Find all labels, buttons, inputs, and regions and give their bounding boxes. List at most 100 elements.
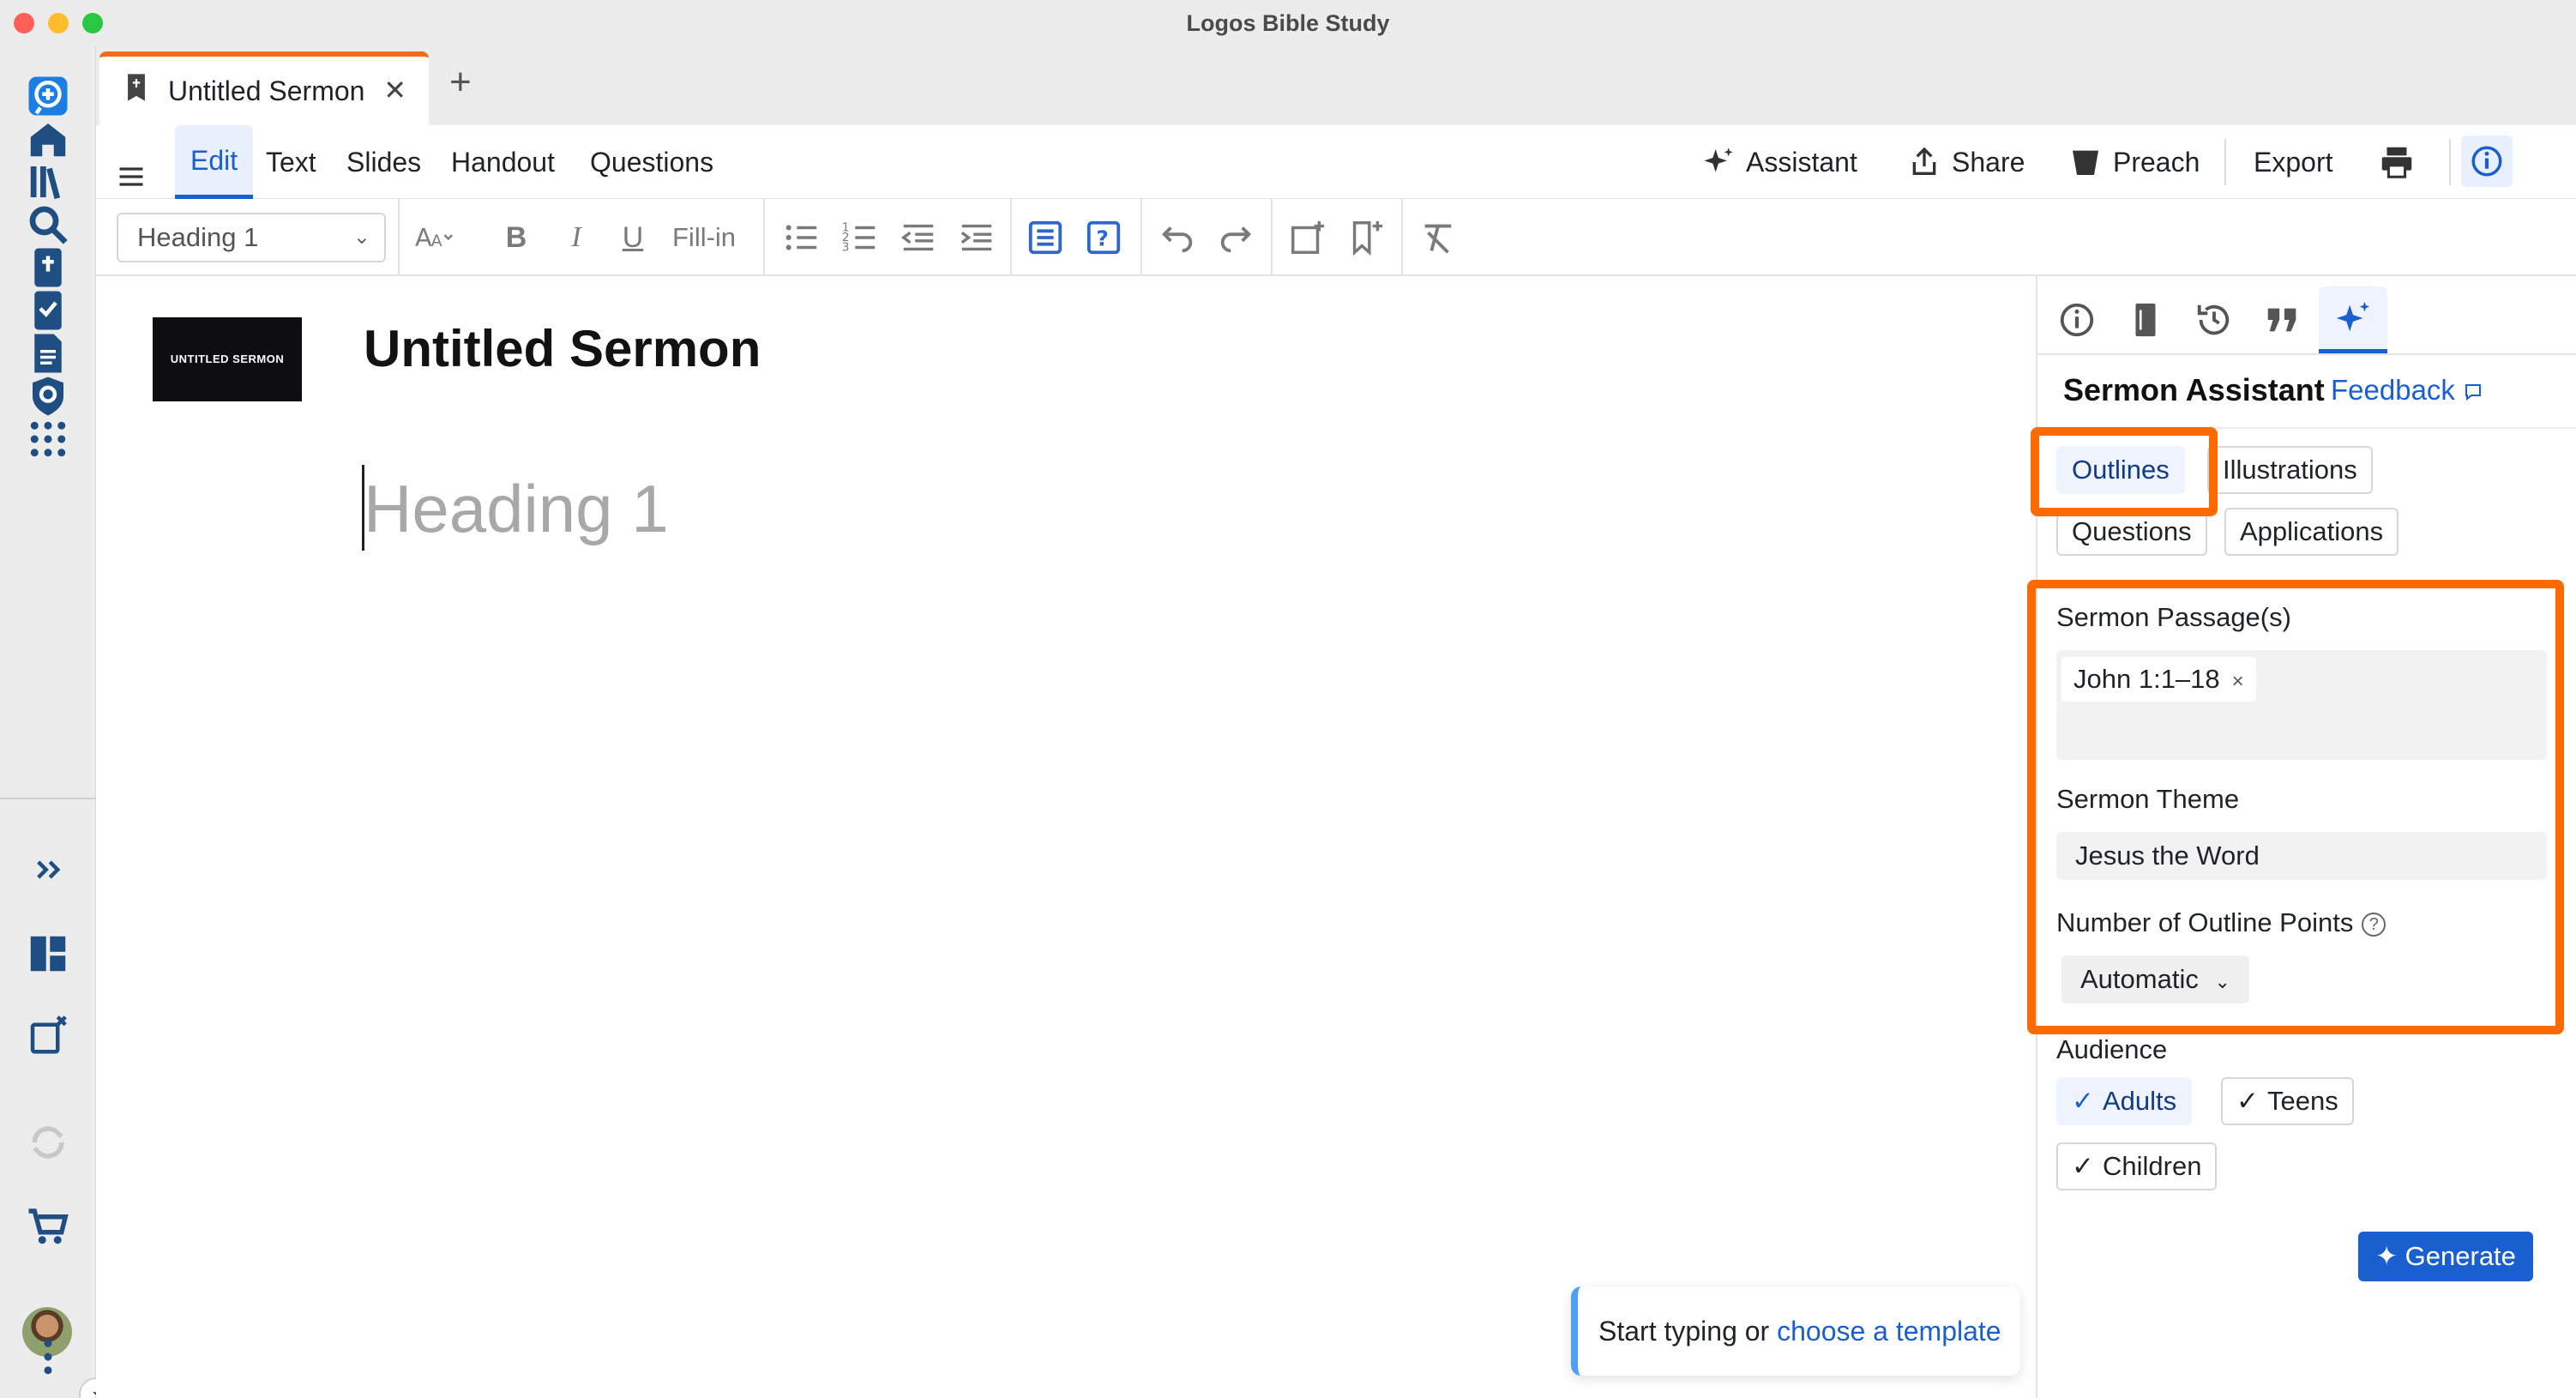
- choose-template-link[interactable]: choose a template: [1777, 1316, 2001, 1347]
- panel-tab-divider: [2037, 353, 2576, 355]
- feedback-label: Feedback: [2331, 374, 2455, 406]
- check-icon: ✓: [2072, 1086, 2094, 1116]
- history-icon: [2197, 304, 2230, 335]
- sparkle-icon: [2336, 301, 2370, 331]
- paragraph-style-select[interactable]: Heading 1 ⌄: [117, 213, 386, 262]
- add-slide-icon[interactable]: [1288, 214, 1327, 261]
- menu-questions[interactable]: Questions: [590, 125, 713, 199]
- tab-label: Untitled Sermon: [168, 75, 365, 106]
- text-block-icon[interactable]: [1026, 214, 1065, 261]
- info-icon: [2471, 146, 2502, 177]
- feedback-link[interactable]: Feedback: [2331, 374, 2483, 407]
- clippings-icon[interactable]: [21, 1007, 75, 1062]
- indent-icon[interactable]: [957, 214, 996, 261]
- menu-slides[interactable]: Slides: [346, 125, 421, 199]
- question-block-icon[interactable]: ?: [1084, 214, 1123, 261]
- menu-handout[interactable]: Handout: [451, 125, 555, 199]
- toolbar-separator: [1401, 199, 1403, 276]
- menu-bar: Edit Text Slides Handout Questions Assis…: [96, 125, 2576, 199]
- app-sidebar: ›: [0, 46, 113, 1398]
- audience-adults[interactable]: ✓ Adults: [2056, 1077, 2193, 1125]
- generate-label: Generate: [2404, 1241, 2516, 1271]
- mode-illustrations[interactable]: Illustrations: [2207, 446, 2373, 494]
- menu-separator: [2449, 139, 2451, 185]
- store-cart-icon[interactable]: [21, 1199, 75, 1254]
- svg-text:3: 3: [842, 241, 850, 254]
- fill-in-button[interactable]: Fill-in: [672, 214, 736, 261]
- more-vertical-icon[interactable]: [21, 1329, 75, 1384]
- generate-button[interactable]: ✦ Generate: [2358, 1232, 2533, 1281]
- layouts-icon[interactable]: [21, 926, 75, 981]
- panel-tab-assistant[interactable]: [2319, 286, 2387, 353]
- toolbar-separator: [763, 199, 765, 276]
- check-icon: ✓: [2072, 1151, 2094, 1181]
- add-bookmark-icon[interactable]: [1346, 214, 1386, 261]
- export-label: Export: [2254, 146, 2333, 178]
- svg-text:A: A: [415, 223, 432, 252]
- redo-icon[interactable]: [1216, 214, 1255, 261]
- outdent-icon[interactable]: [899, 214, 938, 261]
- toolbar-separator: [1010, 199, 1012, 276]
- panel-tab-info[interactable]: [2043, 286, 2111, 353]
- panel-title: Sermon Assistant: [2063, 372, 2325, 407]
- book-icon: [2135, 303, 2156, 337]
- pulpit-icon: [2073, 150, 2098, 175]
- underline-button[interactable]: U: [616, 214, 650, 261]
- heading-placeholder[interactable]: Heading 1: [364, 470, 669, 548]
- font-size-icon[interactable]: AA: [415, 214, 454, 261]
- paragraph-style-value: Heading 1: [137, 222, 259, 252]
- sermon-title[interactable]: Untitled Sermon: [364, 319, 761, 378]
- svg-text:?: ?: [1096, 226, 1108, 251]
- feedback-bubble-icon: [2465, 384, 2482, 401]
- annotation-highlight-form: [2027, 580, 2564, 1034]
- share-button[interactable]: Share: [1907, 125, 2025, 199]
- info-panel-toggle[interactable]: [2461, 136, 2513, 187]
- menu-edit[interactable]: Edit: [175, 125, 254, 199]
- audience-teens-label: Teens: [2266, 1086, 2338, 1116]
- numbered-list-icon[interactable]: 123: [840, 214, 880, 261]
- panel-tab-quotes[interactable]: [2248, 286, 2317, 353]
- toolbar-separator: [1271, 199, 1273, 276]
- quote-icon: [2267, 308, 2296, 332]
- italic-button[interactable]: I: [559, 214, 593, 261]
- share-label: Share: [1952, 146, 2025, 178]
- audience-children-label: Children: [2102, 1151, 2202, 1181]
- undo-icon[interactable]: [1158, 214, 1197, 261]
- hint-text: Start typing or: [1598, 1316, 1778, 1347]
- info-icon: [2060, 303, 2094, 337]
- template-hint: Start typing or choose a template: [1571, 1287, 2020, 1376]
- panel-tab-history[interactable]: [2180, 286, 2248, 353]
- export-button[interactable]: Export: [2254, 125, 2332, 199]
- audience-label: Audience: [2056, 1034, 2168, 1064]
- print-icon[interactable]: [2377, 125, 2427, 199]
- bullet-list-icon[interactable]: [782, 214, 822, 261]
- document-editor[interactable]: UNTITLED SERMON Untitled Sermon Heading …: [96, 276, 2036, 1398]
- clear-formatting-icon[interactable]: [1418, 214, 1458, 261]
- mode-applications[interactable]: Applications: [2224, 508, 2399, 556]
- annotation-highlight-outlines: [2031, 427, 2218, 516]
- preach-label: Preach: [2113, 146, 2200, 178]
- apps-grid-icon[interactable]: [21, 412, 75, 467]
- tab-untitled-sermon[interactable]: Untitled Sermon ✕: [99, 51, 429, 125]
- panel-tab-resources[interactable]: [2111, 286, 2180, 353]
- sync-icon[interactable]: [21, 1115, 75, 1170]
- audience-children[interactable]: ✓ Children: [2056, 1142, 2218, 1190]
- sparkle-icon: ✦: [2375, 1241, 2405, 1271]
- audience-teens[interactable]: ✓ Teens: [2221, 1077, 2354, 1125]
- sermon-thumbnail[interactable]: UNTITLED SERMON: [153, 317, 302, 401]
- hamburger-menu-icon[interactable]: [115, 146, 147, 186]
- tab-bar: Untitled Sermon ✕ +: [96, 46, 2576, 125]
- close-tab-icon[interactable]: ✕: [383, 74, 406, 106]
- sermon-doc-icon: [123, 73, 149, 109]
- menu-text[interactable]: Text: [266, 125, 316, 199]
- menu-separator: [2224, 139, 2226, 185]
- new-tab-button[interactable]: +: [449, 63, 472, 101]
- chevron-down-icon: ⌄: [352, 226, 370, 249]
- expand-chevrons-icon[interactable]: [21, 842, 75, 897]
- audience-adults-label: Adults: [2102, 1086, 2177, 1116]
- preach-button[interactable]: Preach: [2068, 125, 2200, 199]
- assistant-label: Assistant: [1746, 146, 1857, 178]
- bold-button[interactable]: B: [499, 214, 533, 261]
- assistant-button[interactable]: Assistant: [1701, 125, 1857, 199]
- check-icon: ✓: [2236, 1086, 2259, 1116]
